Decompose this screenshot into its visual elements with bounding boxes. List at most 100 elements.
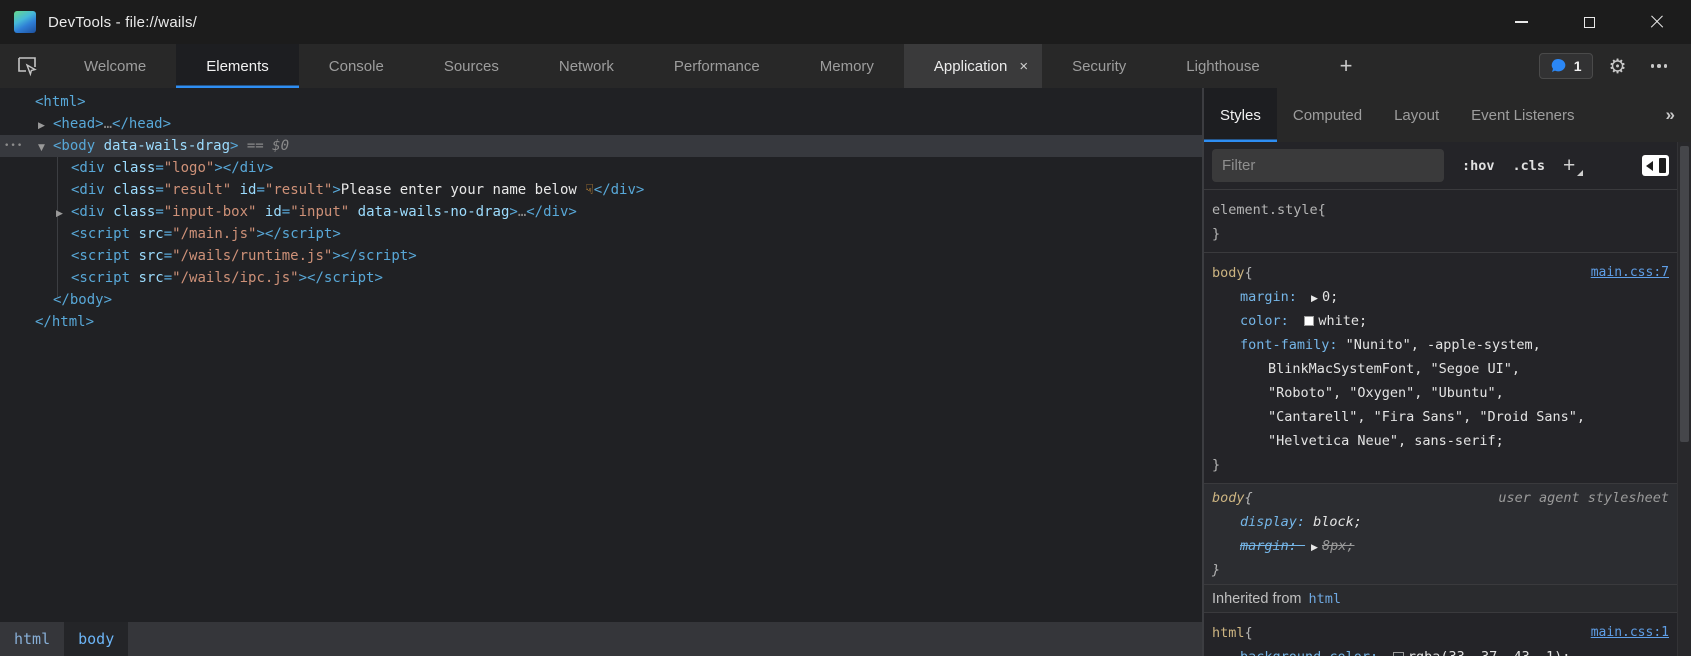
inspect-element-button[interactable] <box>0 44 54 88</box>
color-swatch[interactable] <box>1393 652 1404 656</box>
styles-scrollbar[interactable] <box>1677 142 1691 656</box>
code-token: ☟ <box>585 182 594 198</box>
expand-value-arrow-icon[interactable]: ▶ <box>1311 287 1318 311</box>
issues-badge[interactable]: 1 <box>1539 53 1593 79</box>
more-options-button[interactable] <box>1643 64 1676 68</box>
css-property-name[interactable]: display <box>1240 514 1297 530</box>
css-property-name[interactable]: margin <box>1240 538 1289 554</box>
tree-row[interactable]: ▶<head>…</head> <box>0 113 1202 135</box>
tree-row[interactable]: <div class="result" id="result">Please e… <box>0 179 1202 201</box>
tab-label: Welcome <box>84 58 146 75</box>
close-brace: } <box>1212 558 1677 582</box>
tab-label: Security <box>1072 58 1126 75</box>
css-property-value[interactable]: white; <box>1318 313 1367 329</box>
css-property[interactable]: color: white; <box>1212 309 1677 333</box>
pseudo-state-button[interactable]: :hov <box>1462 158 1495 174</box>
tab-welcome[interactable]: Welcome <box>54 44 176 88</box>
css-property-name[interactable]: margin <box>1240 289 1289 305</box>
sidebar-tabs-overflow-icon[interactable]: » <box>1650 88 1691 142</box>
tree-row[interactable]: </html> <box>0 311 1202 333</box>
maximize-button[interactable] <box>1555 0 1623 44</box>
sidebar-tab-computed[interactable]: Computed <box>1277 88 1378 142</box>
css-property-name[interactable]: color <box>1240 313 1281 329</box>
scrollbar-thumb[interactable] <box>1680 146 1689 442</box>
stylesheet-link[interactable]: main.css:7 <box>1591 261 1677 285</box>
css-property-value[interactable]: 8px; <box>1322 538 1355 554</box>
sidebar-tab-styles[interactable]: Styles <box>1204 88 1277 142</box>
minimize-button[interactable] <box>1487 0 1555 44</box>
tree-row[interactable]: </body> <box>0 289 1202 311</box>
tree-row[interactable]: •••▼<body data-wails-drag> == $0 <box>0 135 1202 157</box>
css-property-value[interactable]: rgba(33, 37, 43, 1); <box>1408 649 1571 656</box>
sidebar-tab-layout[interactable]: Layout <box>1378 88 1455 142</box>
tree-row[interactable]: ▶<div class="input-box" id="input" data-… <box>0 201 1202 223</box>
tab-label: Elements <box>206 58 269 75</box>
css-property-name[interactable]: background-color <box>1240 649 1370 656</box>
css-property[interactable]: margin: ▶0; <box>1212 285 1677 309</box>
add-tab-button[interactable]: + <box>1324 44 1369 88</box>
code-token: = <box>155 204 163 220</box>
expand-arrow-icon[interactable]: ▶ <box>38 115 53 137</box>
collapse-arrow-icon[interactable]: ▼ <box>38 137 53 159</box>
tab-lighthouse[interactable]: Lighthouse <box>1156 44 1289 88</box>
code-token: <body <box>53 138 104 154</box>
dom-breadcrumb: htmlbody <box>0 622 1202 656</box>
settings-gear-icon[interactable]: ⚙ <box>1603 54 1633 78</box>
tree-row[interactable]: <script src="/wails/ipc.js"></script> <box>0 267 1202 289</box>
expand-arrow-icon[interactable]: ▶ <box>56 203 71 225</box>
tab-console[interactable]: Console <box>299 44 414 88</box>
css-property[interactable]: margin: ▶8px; <box>1212 534 1677 558</box>
css-property-value[interactable]: "Nunito", -apple-system, <box>1346 337 1541 353</box>
rule-selector[interactable]: body <box>1212 261 1245 285</box>
sidebar-tab-event-listeners[interactable]: Event Listeners <box>1455 88 1590 142</box>
message-bubble-icon <box>1550 58 1567 74</box>
rule-selector[interactable]: body <box>1212 486 1245 510</box>
css-property-value[interactable]: 0; <box>1322 289 1338 305</box>
tab-network[interactable]: Network <box>529 44 644 88</box>
stylesheet-link[interactable]: main.css:1 <box>1591 621 1677 645</box>
close-button[interactable] <box>1623 0 1691 44</box>
css-value-continuation[interactable]: BlinkMacSystemFont, "Segoe UI", <box>1212 357 1677 381</box>
css-value-continuation[interactable]: "Roboto", "Oxygen", "Ubuntu", <box>1212 381 1677 405</box>
computed-pane-toggle-icon[interactable] <box>1642 155 1669 176</box>
code-token: </div> <box>594 182 645 198</box>
tab-application[interactable]: Application× <box>904 44 1042 88</box>
tree-row[interactable]: <div class="logo"></div> <box>0 157 1202 179</box>
tab-performance[interactable]: Performance <box>644 44 790 88</box>
element-class-button[interactable]: .cls <box>1513 158 1546 174</box>
code-token: … <box>518 204 526 220</box>
tree-row[interactable]: <html> <box>0 91 1202 113</box>
styles-filter-input[interactable] <box>1212 149 1444 182</box>
row-overflow-dots[interactable]: ••• <box>4 135 23 157</box>
new-style-rule-button[interactable]: + <box>1563 154 1581 178</box>
css-value-continuation[interactable]: "Cantarell", "Fira Sans", "Droid Sans", <box>1212 405 1677 429</box>
css-property-value[interactable]: block; <box>1313 514 1362 530</box>
code-token <box>231 182 239 198</box>
css-property-name[interactable]: font-family <box>1240 337 1329 353</box>
breadcrumb-body[interactable]: body <box>64 622 128 656</box>
code-token: </scr <box>265 226 307 242</box>
breadcrumb-html[interactable]: html <box>0 622 64 656</box>
css-property[interactable]: background-color: rgba(33, 37, 43, 1); <box>1212 645 1677 656</box>
tree-row[interactable]: <script src="/main.js"></script> <box>0 223 1202 245</box>
css-value-continuation[interactable]: "Helvetica Neue", sans-serif; <box>1212 429 1677 453</box>
tab-sources[interactable]: Sources <box>414 44 529 88</box>
inherited-element-link[interactable]: html <box>1308 591 1341 607</box>
code-token: id <box>265 204 282 220</box>
inherited-label: Inherited from <box>1212 591 1301 607</box>
tab-memory[interactable]: Memory <box>790 44 904 88</box>
close-tab-icon[interactable]: × <box>1019 58 1028 75</box>
css-property[interactable]: display: block; <box>1212 510 1677 534</box>
code-token: <script <box>71 226 138 242</box>
css-property[interactable]: font-family: "Nunito", -apple-system, <box>1212 333 1677 357</box>
expand-value-arrow-icon[interactable]: ▶ <box>1311 536 1318 560</box>
color-swatch[interactable] <box>1304 316 1315 327</box>
rule-selector[interactable]: element.style <box>1212 198 1318 222</box>
code-token: <head> <box>53 116 104 132</box>
tree-row[interactable]: <script src="/wails/runtime.js"></script… <box>0 245 1202 267</box>
tab-elements[interactable]: Elements <box>176 44 299 88</box>
close-brace: } <box>1212 453 1677 477</box>
issues-count: 1 <box>1574 58 1582 74</box>
tab-security[interactable]: Security <box>1042 44 1156 88</box>
rule-selector[interactable]: html <box>1212 621 1245 645</box>
